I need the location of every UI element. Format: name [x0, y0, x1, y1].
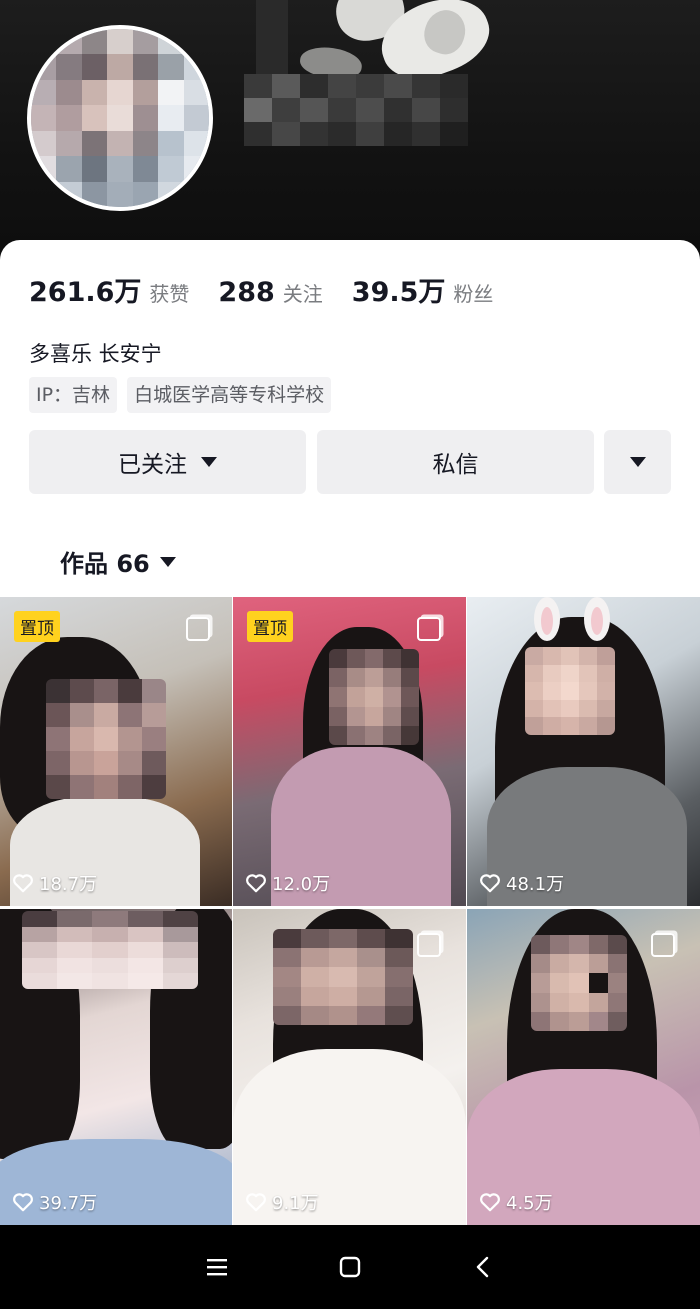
profile-info-card: 261.6万 获赞 288 关注 39.5万 粉丝 多喜乐 长安宁 IP：吉林 …	[0, 240, 700, 600]
multi-image-icon	[651, 933, 675, 957]
home-button[interactable]	[330, 1247, 370, 1287]
avatar-mosaic	[31, 29, 209, 207]
ip-location-tag: IP：吉林	[29, 377, 118, 413]
pinned-badge: 置顶	[14, 611, 60, 642]
stat-likes[interactable]: 261.6万 获赞	[29, 270, 189, 309]
like-count-value: 9.1万	[272, 1193, 319, 1214]
home-square-icon	[339, 1256, 361, 1278]
profile-tags: IP：吉林 白城医学高等专科学校	[29, 377, 341, 413]
heart-outline-icon	[480, 1193, 500, 1212]
stat-followers-value: 39.5万	[351, 277, 446, 308]
stat-likes-label: 获赞	[149, 282, 190, 306]
post-thumbnail[interactable]: 39.7万	[0, 909, 232, 1225]
like-count-value: 4.5万	[506, 1193, 553, 1214]
like-count: 9.1万	[245, 1189, 319, 1215]
face-mosaic	[273, 929, 413, 1025]
face-mosaic	[525, 647, 615, 735]
stat-likes-value: 261.6万	[29, 277, 142, 308]
menu-icon	[206, 1259, 227, 1276]
menu-button[interactable]	[197, 1247, 237, 1287]
caret-down-icon	[159, 556, 176, 567]
multi-image-icon	[417, 933, 441, 957]
school-tag[interactable]: 白城医学高等专科学校	[127, 377, 332, 413]
heart-outline-icon	[13, 1193, 33, 1212]
message-button-label: 私信	[432, 452, 479, 478]
multi-image-icon	[417, 617, 441, 641]
stat-following[interactable]: 288 关注	[218, 277, 322, 308]
pinned-badge: 置顶	[247, 611, 293, 642]
stat-followers[interactable]: 39.5万 粉丝	[352, 270, 494, 309]
username-mosaic	[244, 74, 468, 146]
like-count: 39.7万	[12, 1189, 97, 1215]
like-count: 18.7万	[12, 870, 97, 896]
caret-down-icon	[629, 457, 646, 467]
like-count: 48.1万	[479, 870, 564, 896]
posts-grid: 置顶 18.7万 置顶 12.0万 48.1万 39.7万 9.1万 4.5万	[0, 597, 700, 1225]
post-thumbnail[interactable]: 置顶 12.0万	[233, 597, 466, 906]
system-navigation-bar	[0, 1225, 700, 1309]
back-chevron-icon	[477, 1256, 489, 1278]
profile-stats: 261.6万 获赞 288 关注 39.5万 粉丝	[29, 270, 522, 309]
following-button-label: 已关注	[118, 452, 187, 478]
multi-image-icon	[186, 617, 210, 641]
heart-outline-icon	[246, 1193, 266, 1212]
stat-followers-label: 粉丝	[453, 282, 494, 306]
banner-decoration	[256, 0, 288, 80]
following-button[interactable]: 已关注	[29, 430, 306, 494]
face-mosaic	[531, 935, 627, 1031]
heart-outline-icon	[480, 874, 500, 893]
post-thumbnail[interactable]: 4.5万	[467, 909, 700, 1225]
post-thumbnail[interactable]: 置顶 18.7万	[0, 597, 232, 906]
back-button[interactable]	[463, 1247, 503, 1287]
face-mosaic	[46, 679, 166, 799]
face-mosaic	[22, 911, 198, 989]
bunny-ears-accessory	[534, 597, 610, 641]
like-count-value: 39.7万	[39, 1193, 98, 1214]
stat-following-value: 288	[218, 277, 275, 308]
like-count-value: 48.1万	[506, 874, 565, 895]
like-count-value: 12.0万	[272, 874, 331, 895]
profile-header-banner	[0, 0, 700, 270]
message-button[interactable]: 私信	[317, 430, 594, 494]
more-dropdown-button[interactable]	[604, 430, 671, 494]
post-thumbnail[interactable]: 9.1万	[233, 909, 466, 1225]
post-thumbnail[interactable]: 48.1万	[467, 597, 700, 906]
like-count-value: 18.7万	[39, 874, 98, 895]
stat-following-label: 关注	[282, 282, 323, 306]
caret-down-icon	[201, 457, 217, 467]
like-count: 4.5万	[479, 1189, 553, 1215]
like-count: 12.0万	[245, 870, 330, 896]
username-obscured	[244, 74, 468, 146]
heart-outline-icon	[246, 874, 266, 893]
tab-works[interactable]: 作品 66	[60, 544, 176, 579]
face-mosaic	[329, 649, 419, 745]
tab-works-label: 作品 66	[60, 550, 150, 578]
profile-bio: 多喜乐 长安宁	[29, 342, 162, 366]
avatar[interactable]	[27, 25, 213, 211]
profile-page: 261.6万 获赞 288 关注 39.5万 粉丝 多喜乐 长安宁 IP：吉林 …	[0, 0, 700, 1309]
heart-outline-icon	[13, 874, 33, 893]
